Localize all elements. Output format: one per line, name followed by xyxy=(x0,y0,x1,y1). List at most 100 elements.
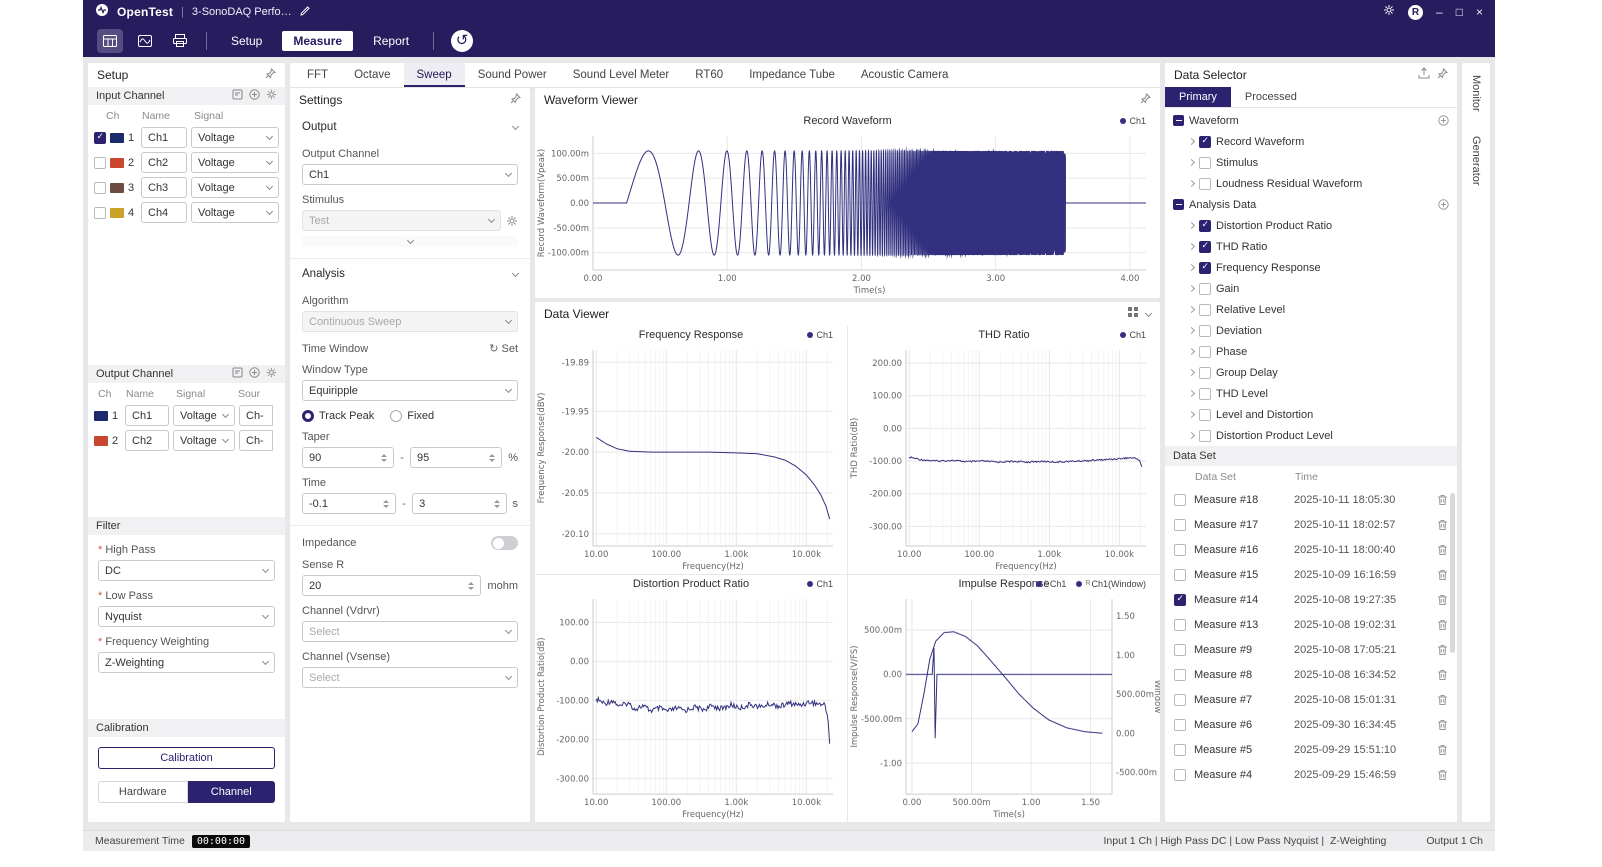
tree-checkbox[interactable] xyxy=(1199,346,1211,358)
nav-report[interactable]: Report xyxy=(362,31,420,51)
delete-icon[interactable] xyxy=(1437,494,1448,506)
tree-item[interactable]: Gain xyxy=(1165,278,1457,299)
edit-columns-icon[interactable] xyxy=(232,367,243,381)
impedance-toggle[interactable] xyxy=(491,536,518,550)
measure-mode-tab[interactable]: Octave xyxy=(341,63,403,87)
chevron-right-icon[interactable] xyxy=(1188,432,1195,439)
delete-icon[interactable] xyxy=(1437,669,1448,681)
data-set-checkbox[interactable] xyxy=(1174,694,1186,706)
input-channel-row[interactable]: 1 Ch1 Voltage xyxy=(88,125,285,150)
delete-icon[interactable] xyxy=(1437,569,1448,581)
tree-item[interactable]: Level and Distortion xyxy=(1165,404,1457,425)
signal-select[interactable]: Voltage xyxy=(191,152,279,173)
close-button[interactable]: × xyxy=(1476,6,1483,18)
collapse-icon[interactable] xyxy=(1173,115,1184,126)
tree-group-analysis-data[interactable]: Analysis Data xyxy=(1165,194,1457,215)
tree-checkbox[interactable] xyxy=(1199,262,1211,274)
signal-monitor-icon[interactable] xyxy=(132,29,158,53)
delete-icon[interactable] xyxy=(1437,619,1448,631)
output-channel-select[interactable]: Ch1 xyxy=(302,164,518,185)
chevron-right-icon[interactable] xyxy=(1188,390,1195,397)
tree-checkbox[interactable] xyxy=(1199,220,1211,232)
taper-start-input[interactable]: 90 xyxy=(302,447,394,468)
vsense-select[interactable]: Select xyxy=(302,667,518,688)
tree-checkbox[interactable] xyxy=(1199,241,1211,253)
delete-icon[interactable] xyxy=(1437,744,1448,756)
stimulus-settings-icon[interactable] xyxy=(506,215,518,227)
data-set-row[interactable]: Measure #6 2025-09-30 16:34:45 xyxy=(1165,712,1457,737)
tree-checkbox[interactable] xyxy=(1199,367,1211,379)
chevron-right-icon[interactable] xyxy=(1188,243,1195,250)
tree-checkbox[interactable] xyxy=(1199,388,1211,400)
time-start-input[interactable]: -0.1 xyxy=(302,493,396,514)
channel-checkbox[interactable] xyxy=(94,132,106,144)
data-set-checkbox[interactable] xyxy=(1174,594,1186,606)
data-set-row[interactable]: Measure #18 2025-10-11 18:05:30 xyxy=(1165,487,1457,512)
pin-icon[interactable] xyxy=(510,91,521,109)
add-icon[interactable] xyxy=(1438,199,1449,210)
nav-setup[interactable]: Setup xyxy=(220,31,273,51)
legend-item[interactable]: Ch1 xyxy=(1120,116,1146,126)
data-set-checkbox[interactable] xyxy=(1174,744,1186,756)
delete-icon[interactable] xyxy=(1437,694,1448,706)
nav-measure[interactable]: Measure xyxy=(282,31,353,51)
data-set-row[interactable]: Measure #8 2025-10-08 16:34:52 xyxy=(1165,662,1457,687)
tree-item[interactable]: Stimulus xyxy=(1165,152,1457,173)
data-set-checkbox[interactable] xyxy=(1174,669,1186,681)
tab-generator[interactable]: Generator xyxy=(1470,124,1482,198)
tree-checkbox[interactable] xyxy=(1199,178,1211,190)
data-set-row[interactable]: Measure #15 2025-10-09 16:16:59 xyxy=(1165,562,1457,587)
data-set-row[interactable]: Measure #7 2025-10-08 15:01:31 xyxy=(1165,687,1457,712)
channel-name-input[interactable]: Ch3 xyxy=(141,177,187,198)
add-channel-icon[interactable] xyxy=(249,89,260,103)
legend-item[interactable]: LCh1 xyxy=(1036,579,1066,589)
input-channel-row[interactable]: 2 Ch2 Voltage xyxy=(88,150,285,175)
chevron-right-icon[interactable] xyxy=(1188,327,1195,334)
data-set-checkbox[interactable] xyxy=(1174,569,1186,581)
analysis-section-header[interactable]: Analysis xyxy=(290,259,530,286)
tree-item[interactable]: Distortion Product Level xyxy=(1165,425,1457,446)
data-set-row[interactable]: Measure #13 2025-10-08 19:02:31 xyxy=(1165,612,1457,637)
tree-item[interactable]: Frequency Response xyxy=(1165,257,1457,278)
measure-mode-tab[interactable]: Impedance Tube xyxy=(736,63,848,87)
reset-icon[interactable]: ↺ xyxy=(451,30,473,52)
chevron-right-icon[interactable] xyxy=(1188,411,1195,418)
source-select[interactable]: Ch- xyxy=(239,430,273,451)
export-icon[interactable] xyxy=(1418,66,1430,84)
channel-color-swatch[interactable] xyxy=(94,411,108,421)
chevron-right-icon[interactable] xyxy=(1188,285,1195,292)
source-select[interactable]: Ch- xyxy=(239,405,273,426)
data-set-row[interactable]: Measure #14 2025-10-08 19:27:35 xyxy=(1165,587,1457,612)
data-set-checkbox[interactable] xyxy=(1174,769,1186,781)
data-set-checkbox[interactable] xyxy=(1174,519,1186,531)
delete-icon[interactable] xyxy=(1437,769,1448,781)
channel-settings-icon[interactable] xyxy=(266,367,277,381)
tree-checkbox[interactable] xyxy=(1199,304,1211,316)
tree-item[interactable]: Record Waveform xyxy=(1165,131,1457,152)
chevron-right-icon[interactable] xyxy=(1188,306,1195,313)
data-set-row[interactable]: Measure #5 2025-09-29 15:51:10 xyxy=(1165,737,1457,762)
maximize-button[interactable]: □ xyxy=(1456,6,1463,18)
filter-select[interactable]: Nyquist xyxy=(98,606,275,627)
legend-item[interactable]: Ch1 xyxy=(807,330,833,340)
measure-mode-tab[interactable]: FFT xyxy=(294,63,341,87)
tree-checkbox[interactable] xyxy=(1199,409,1211,421)
collapse-icon[interactable] xyxy=(1173,199,1184,210)
delete-icon[interactable] xyxy=(1437,544,1448,556)
data-set-row[interactable]: Measure #17 2025-10-11 18:02:57 xyxy=(1165,512,1457,537)
measure-mode-tab[interactable]: RT60 xyxy=(682,63,736,87)
channel-name-input[interactable]: Ch1 xyxy=(125,405,169,426)
data-selector-tab[interactable]: Processed xyxy=(1231,87,1311,107)
output-section-header[interactable]: Output xyxy=(290,112,530,139)
pin-icon[interactable] xyxy=(1140,91,1151,109)
chevron-right-icon[interactable] xyxy=(1188,180,1195,187)
tree-item[interactable]: Group Delay xyxy=(1165,362,1457,383)
channel-button[interactable]: Channel xyxy=(188,781,276,803)
edit-columns-icon[interactable] xyxy=(232,89,243,103)
report-device-icon[interactable] xyxy=(167,29,193,53)
legend-item[interactable]: Ch1 xyxy=(1120,330,1146,340)
measure-mode-tab[interactable]: Sound Power xyxy=(465,63,560,87)
window-type-select[interactable]: Equiripple xyxy=(302,380,518,401)
chevron-right-icon[interactable] xyxy=(1188,159,1195,166)
channel-checkbox[interactable] xyxy=(94,182,106,194)
